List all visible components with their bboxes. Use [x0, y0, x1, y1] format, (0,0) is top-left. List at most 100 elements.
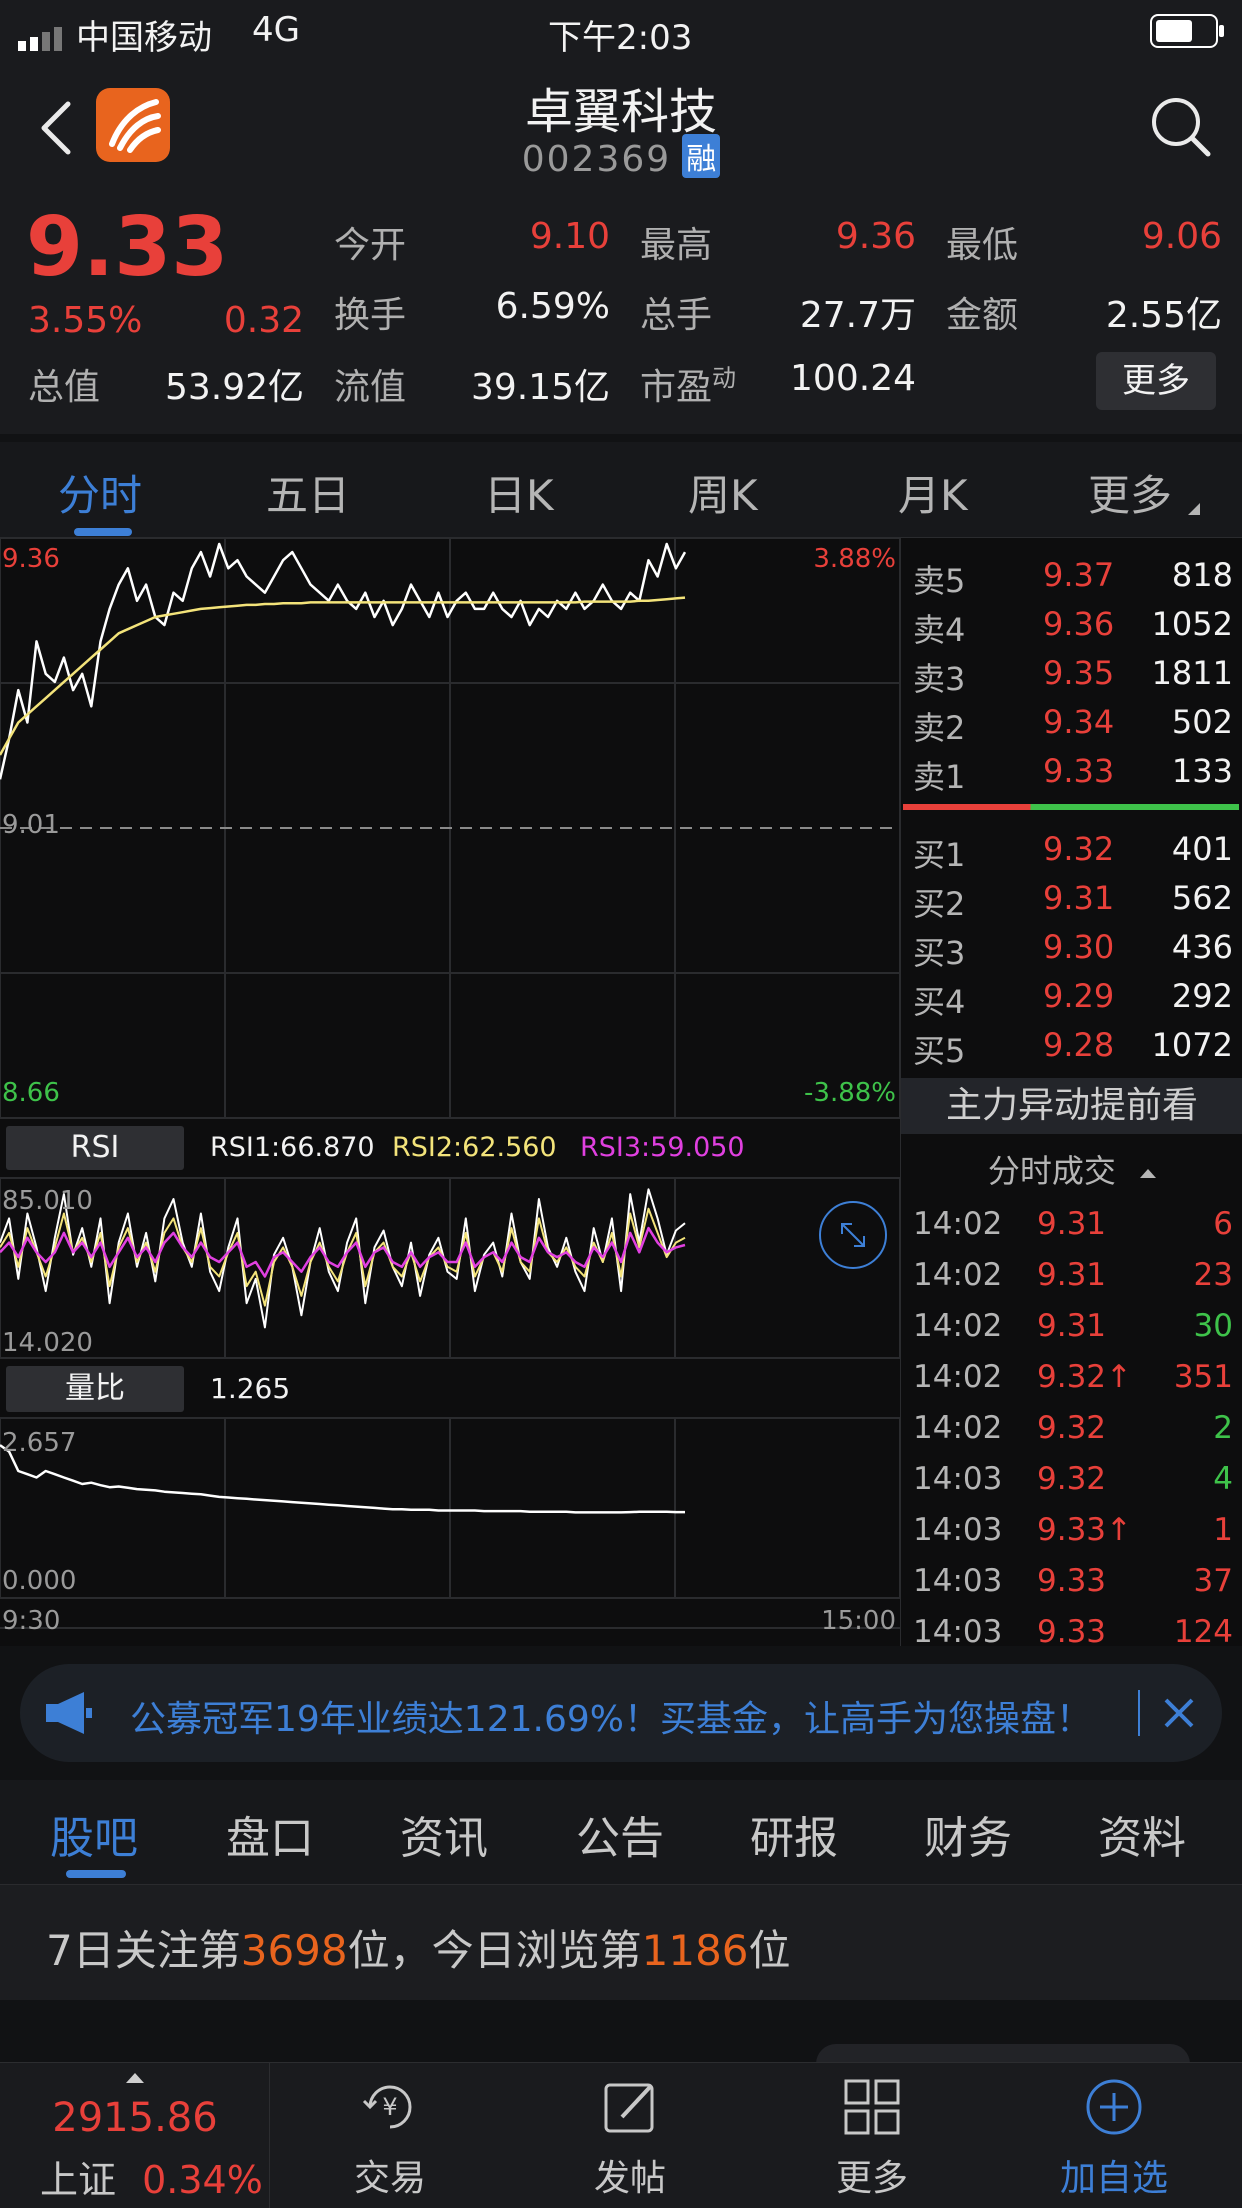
attention-rank: 3698	[240, 1926, 348, 1975]
ask-row: 卖5 9.37 818	[913, 552, 1233, 601]
tab-weekly-k[interactable]: 周K	[688, 462, 758, 523]
expand-icon[interactable]	[818, 1200, 888, 1270]
tab-news[interactable]: 资讯	[400, 1802, 488, 1866]
tick-volume: 351	[1173, 1359, 1233, 1395]
rank-prefix: 7日关注第	[46, 1926, 241, 1975]
float-value-label: 流值	[334, 367, 407, 408]
tick-price: 9.31	[1037, 1308, 1107, 1344]
tab-five-day[interactable]: 五日	[266, 462, 350, 523]
change-percent: 3.55%	[28, 300, 143, 341]
tick-row: 14:03 9.33↑ 1	[913, 1508, 1233, 1559]
tick-price: 9.33↑	[1037, 1512, 1132, 1548]
tab-orderbook[interactable]: 盘口	[226, 1802, 314, 1866]
volume-ratio-value: 1.265	[210, 1372, 291, 1405]
ticks-title: 分时成交	[901, 1146, 1242, 1192]
bid-volume: 562	[1171, 879, 1233, 917]
banner-text[interactable]: 公募冠军19年业绩达121.69%！买基金，让高手为您操盘！	[130, 1690, 1092, 1742]
tick-price: 9.31	[1037, 1257, 1107, 1293]
network-type: 4G	[252, 10, 300, 50]
tab-active-indicator	[74, 528, 132, 536]
battery-icon	[1150, 14, 1226, 48]
ask-price: 9.33	[1043, 752, 1115, 790]
megaphone-icon	[44, 1690, 94, 1736]
bid-volume: 436	[1171, 928, 1233, 966]
tab-finance[interactable]: 财务	[924, 1802, 1012, 1866]
bottom-navigation: 2915.86 上证 0.34% ¥ 交易 发帖 更多 加自选	[0, 2062, 1242, 2208]
edit-icon	[600, 2077, 660, 2137]
volume-ratio-axis-top: 2.657	[2, 1428, 77, 1458]
rsi2-line	[0, 1207, 686, 1307]
close-icon[interactable]	[1162, 1696, 1196, 1730]
volume-value: 27.7万	[799, 295, 916, 336]
quote-panel: 9.33 3.55% 0.32 今开 9.10 最高 9.36 最低 9.06 …	[0, 192, 1242, 434]
search-icon[interactable]	[1148, 94, 1212, 158]
tab-forum[interactable]: 股吧	[50, 1802, 138, 1866]
book-divider	[903, 804, 1239, 810]
view-rank: 1186	[641, 1926, 749, 1975]
turnover-value: 6.59%	[495, 286, 610, 327]
triangle-down-icon	[1188, 500, 1200, 515]
rsi-axis-top: 85.010	[2, 1186, 93, 1216]
turnover-label: 换手	[334, 295, 407, 336]
ask-volume: 818	[1171, 556, 1233, 594]
tab-monthly-k[interactable]: 月K	[898, 462, 968, 523]
ask-level: 卖3	[913, 660, 966, 698]
ask-row: 卖3 9.35 1811	[913, 650, 1233, 699]
nav-more[interactable]: 更多	[752, 2063, 992, 2208]
tick-volume: 37	[1193, 1563, 1233, 1599]
ask-price: 9.35	[1043, 654, 1115, 692]
ask-volume: 502	[1171, 703, 1233, 741]
stock-code: 002369	[521, 139, 672, 180]
nav-post[interactable]: 发帖	[510, 2063, 750, 2208]
ask-row: 卖1 9.33 133	[913, 748, 1233, 797]
tick-time: 14:03	[913, 1512, 1003, 1548]
ask-level: 卖5	[913, 562, 966, 600]
tab-daily-k[interactable]: 日K	[484, 462, 554, 523]
tick-row: 14:02 9.31 6	[913, 1202, 1233, 1253]
index-name: 上证	[40, 2158, 117, 2202]
volume-ratio-layer	[0, 1444, 685, 1514]
tab-more[interactable]: 更多	[1088, 462, 1172, 523]
total-value-label: 总值	[28, 367, 101, 408]
index-line: 上证 0.34%	[40, 2149, 263, 2204]
main-force-promo[interactable]: 主力异动提前看	[901, 1078, 1242, 1134]
ask-row: 卖2 9.34 502	[913, 699, 1233, 748]
tick-time: 14:03	[913, 1461, 1003, 1497]
tick-time: 14:03	[913, 1614, 1003, 1650]
stock-code-line: 002369 融	[0, 134, 1242, 180]
float-value: 39.15亿	[470, 367, 610, 408]
tick-row: 14:03 9.33 124	[913, 1610, 1233, 1661]
rsi-axis-bottom: 14.020	[2, 1328, 93, 1358]
index-ticker[interactable]: 2915.86 上证 0.34%	[0, 2063, 270, 2208]
rank-text: 7日关注第3698位，今日浏览第1186位	[46, 1917, 791, 1978]
pe-label-text: 市盈	[640, 367, 713, 408]
current-price: 9.33	[26, 200, 229, 295]
high-label: 最高	[640, 225, 713, 266]
open-value: 9.10	[529, 216, 610, 257]
tab-profile[interactable]: 资料	[1098, 1802, 1186, 1866]
low-value: 9.06	[1141, 216, 1222, 257]
promo-banner[interactable]: 公募冠军19年业绩达121.69%！买基金，让高手为您操盘！	[20, 1664, 1222, 1762]
nav-add-watchlist[interactable]: 加自选	[994, 2063, 1234, 2208]
bid-price: 9.32	[1043, 830, 1115, 868]
time-axis-end: 15:00	[821, 1606, 896, 1636]
pe-label: 市盈动	[640, 358, 736, 410]
volume-ratio-button[interactable]: 量比	[6, 1366, 184, 1412]
rsi-indicator-button[interactable]: RSI	[6, 1126, 184, 1170]
high-value: 9.36	[835, 216, 916, 257]
tab-intraday[interactable]: 分时	[58, 462, 142, 523]
tab-announcements[interactable]: 公告	[576, 1802, 664, 1866]
more-quote-button[interactable]: 更多	[1096, 352, 1216, 410]
margin-badge: 融	[682, 134, 721, 178]
tab-research[interactable]: 研报	[750, 1802, 838, 1866]
nav-trade-label: 交易	[353, 2158, 426, 2199]
grid-icon	[842, 2077, 902, 2137]
content-tab-indicator	[66, 1870, 126, 1878]
tick-row: 14:02 9.32 2	[913, 1406, 1233, 1457]
change-amount: 0.32	[223, 300, 304, 341]
nav-add-watchlist-label: 加自选	[1059, 2158, 1168, 2199]
nav-trade[interactable]: ¥ 交易	[270, 2063, 510, 2208]
total-value: 53.92亿	[164, 367, 304, 408]
carrier-name: 中国移动	[76, 18, 212, 58]
tick-price: 9.32↑	[1037, 1359, 1132, 1395]
